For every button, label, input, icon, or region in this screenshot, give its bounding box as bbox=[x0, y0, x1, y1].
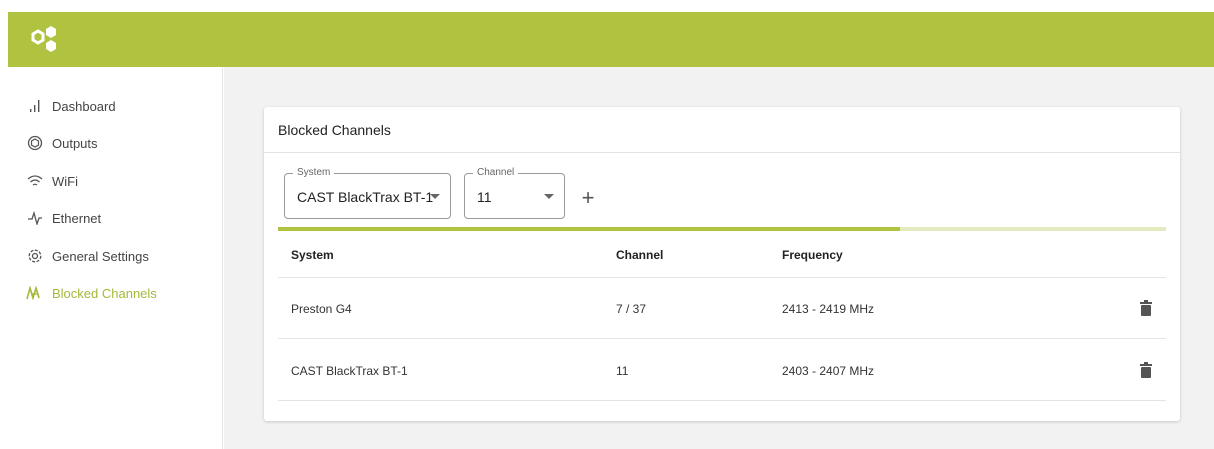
add-channel-button[interactable]: + bbox=[576, 187, 600, 211]
main-content: Blocked Channels System CAST BlackTrax B… bbox=[224, 67, 1214, 449]
cell-frequency: 2413 - 2419 MHz bbox=[782, 302, 875, 316]
column-header-frequency[interactable]: Frequency bbox=[782, 248, 843, 262]
cell-system: CAST BlackTrax BT-1 bbox=[291, 364, 408, 378]
channel-select-value: 11 bbox=[477, 189, 492, 205]
waveform-icon bbox=[26, 284, 44, 302]
cell-system: Preston G4 bbox=[291, 302, 352, 316]
sidebar-item-wifi[interactable]: WiFi bbox=[26, 170, 78, 192]
system-select[interactable]: System CAST BlackTrax BT-1 bbox=[284, 167, 451, 219]
sidebar-item-outputs[interactable]: Outputs bbox=[26, 132, 98, 154]
progress-bar bbox=[278, 227, 1166, 231]
sidebar-item-label: WiFi bbox=[52, 173, 78, 189]
sidebar-item-general-settings[interactable]: General Settings bbox=[26, 245, 149, 267]
column-header-system[interactable]: System bbox=[291, 248, 334, 262]
channel-select[interactable]: Channel 11 bbox=[464, 167, 565, 219]
divider bbox=[278, 338, 1166, 339]
cell-channel: 7 / 37 bbox=[616, 302, 647, 316]
progress-bar-fill bbox=[278, 227, 900, 231]
chevron-down-icon bbox=[544, 194, 554, 199]
blocked-channels-card: Blocked Channels System CAST BlackTrax B… bbox=[264, 107, 1180, 421]
divider bbox=[264, 152, 1180, 153]
sidebar-item-label: Outputs bbox=[52, 135, 98, 151]
sidebar-item-blocked-channels[interactable]: Blocked Channels bbox=[26, 282, 157, 304]
aperture-icon bbox=[26, 134, 44, 152]
column-header-channel[interactable]: Channel bbox=[616, 248, 663, 262]
card-title: Blocked Channels bbox=[278, 122, 391, 138]
chevron-down-icon bbox=[430, 194, 440, 199]
delete-icon[interactable] bbox=[1139, 362, 1153, 378]
app-frame: Dashboard Outputs WiFi Ethernet General … bbox=[8, 12, 1214, 449]
top-app-bar bbox=[8, 12, 1214, 67]
wifi-icon bbox=[26, 172, 44, 190]
sidebar-item-ethernet[interactable]: Ethernet bbox=[26, 207, 101, 229]
sidebar: Dashboard Outputs WiFi Ethernet General … bbox=[8, 67, 223, 449]
channel-select-label: Channel bbox=[473, 167, 519, 178]
cell-channel: 11 bbox=[616, 364, 629, 378]
sidebar-item-label: Blocked Channels bbox=[52, 285, 157, 301]
system-select-value: CAST BlackTrax BT-1 bbox=[297, 189, 434, 205]
gear-icon bbox=[26, 247, 44, 265]
sidebar-item-label: General Settings bbox=[52, 248, 149, 264]
logo-icon[interactable] bbox=[28, 24, 62, 54]
delete-icon[interactable] bbox=[1139, 300, 1153, 316]
cell-frequency: 2403 - 2407 MHz bbox=[782, 364, 875, 378]
pulse-icon bbox=[26, 209, 44, 227]
divider bbox=[278, 277, 1166, 278]
bar-chart-icon bbox=[26, 97, 44, 115]
system-select-label: System bbox=[293, 167, 335, 178]
sidebar-item-label: Ethernet bbox=[52, 210, 102, 226]
sidebar-item-dashboard[interactable]: Dashboard bbox=[26, 95, 116, 117]
divider bbox=[278, 400, 1166, 401]
sidebar-item-label: Dashboard bbox=[52, 98, 116, 114]
